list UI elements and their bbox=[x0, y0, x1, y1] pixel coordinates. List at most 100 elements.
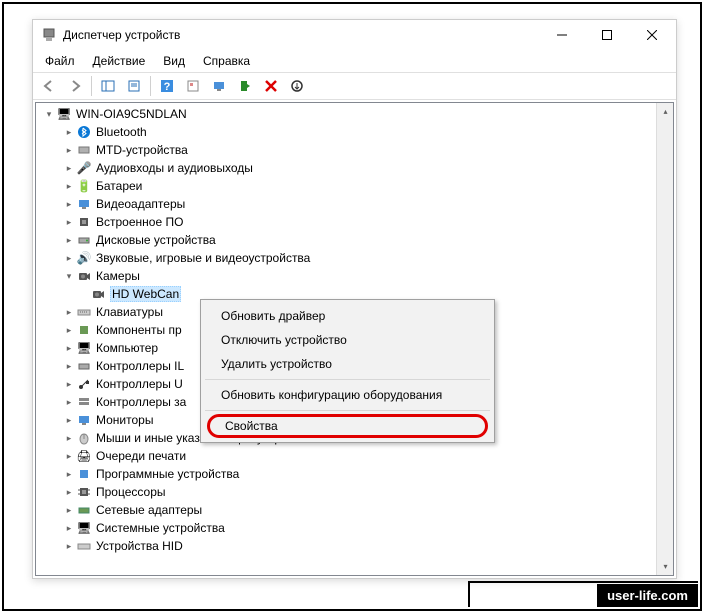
tree-node-hid[interactable]: ▸Устройства HID bbox=[36, 537, 673, 555]
tree-node-firmware[interactable]: ▸Встроенное ПО bbox=[36, 213, 673, 231]
titlebar: Диспетчер устройств bbox=[33, 20, 676, 50]
help-button[interactable]: ? bbox=[155, 74, 179, 98]
tree-node-bluetooth[interactable]: ▸Bluetooth bbox=[36, 123, 673, 141]
expander-icon[interactable]: ▸ bbox=[62, 161, 76, 175]
maximize-button[interactable] bbox=[584, 21, 629, 50]
keyboard-icon bbox=[76, 304, 92, 320]
expander-icon[interactable]: ▾ bbox=[42, 107, 56, 121]
network-icon bbox=[76, 502, 92, 518]
expander-icon[interactable]: ▸ bbox=[62, 377, 76, 391]
expander-icon[interactable]: ▸ bbox=[62, 413, 76, 427]
storage-icon bbox=[76, 394, 92, 410]
expander-icon[interactable]: ▸ bbox=[62, 521, 76, 535]
controller-icon bbox=[76, 358, 92, 374]
ctx-disable[interactable]: Отключить устройство bbox=[203, 328, 492, 352]
tree-node-sound[interactable]: ▸🔊Звуковые, игровые и видеоустройства bbox=[36, 249, 673, 267]
tree-node-system[interactable]: ▸🖥Системные устройства bbox=[36, 519, 673, 537]
expander-icon[interactable]: ▸ bbox=[62, 503, 76, 517]
usb-icon bbox=[76, 376, 92, 392]
update-driver-button[interactable] bbox=[285, 74, 309, 98]
tree-node-audio[interactable]: ▸🎤Аудиовходы и аудиовыходы bbox=[36, 159, 673, 177]
properties-button[interactable] bbox=[122, 74, 146, 98]
tree-node-network[interactable]: ▸Сетевые адаптеры bbox=[36, 501, 673, 519]
cpu-icon bbox=[76, 484, 92, 500]
monitor-icon bbox=[76, 412, 92, 428]
audio-icon: 🎤 bbox=[76, 160, 92, 176]
mtd-icon bbox=[76, 142, 92, 158]
component-icon bbox=[76, 322, 92, 338]
expander-icon[interactable]: ▾ bbox=[62, 269, 76, 283]
hid-icon bbox=[76, 538, 92, 554]
expander-icon[interactable]: ▸ bbox=[62, 197, 76, 211]
expander-icon[interactable]: ▸ bbox=[62, 233, 76, 247]
ctx-separator bbox=[205, 410, 490, 411]
expander-icon[interactable]: ▸ bbox=[62, 467, 76, 481]
scroll-down-button[interactable]: ▾ bbox=[657, 558, 674, 575]
expander-icon[interactable]: ▸ bbox=[62, 251, 76, 265]
action-button-1[interactable] bbox=[181, 74, 205, 98]
sound-icon: 🔊 bbox=[76, 250, 92, 266]
expander-icon[interactable]: ▸ bbox=[62, 485, 76, 499]
disk-icon bbox=[76, 232, 92, 248]
expander-icon[interactable]: ▸ bbox=[62, 359, 76, 373]
tree-node-printqueue[interactable]: ▸🖨Очереди печати bbox=[36, 447, 673, 465]
system-icon: 🖥 bbox=[76, 520, 92, 536]
ctx-properties[interactable]: Свойства bbox=[207, 414, 488, 438]
expander-icon[interactable]: ▸ bbox=[62, 449, 76, 463]
firmware-icon bbox=[76, 214, 92, 230]
expander-icon[interactable]: ▸ bbox=[62, 539, 76, 553]
computer-icon: 🖥 bbox=[76, 340, 92, 356]
battery-icon: 🔋 bbox=[76, 178, 92, 194]
menu-view[interactable]: Вид bbox=[155, 52, 193, 70]
scrollbar[interactable]: ▴ ▾ bbox=[656, 103, 673, 575]
show-hide-tree-button[interactable] bbox=[96, 74, 120, 98]
display-icon bbox=[76, 196, 92, 212]
mouse-icon bbox=[76, 430, 92, 446]
menu-help[interactable]: Справка bbox=[195, 52, 258, 70]
menu-file[interactable]: Файл bbox=[37, 52, 83, 70]
context-menu: Обновить драйвер Отключить устройство Уд… bbox=[200, 299, 495, 443]
tree-root[interactable]: ▾🖥WIN-OIA9C5NDLAN bbox=[36, 105, 673, 123]
expander-icon[interactable]: ▸ bbox=[62, 179, 76, 193]
window-title: Диспетчер устройств bbox=[63, 28, 539, 42]
expander-icon[interactable]: ▸ bbox=[62, 395, 76, 409]
tree-node-software-devices[interactable]: ▸Программные устройства bbox=[36, 465, 673, 483]
tree-node-cameras[interactable]: ▾Камеры bbox=[36, 267, 673, 285]
expander-icon[interactable]: ▸ bbox=[62, 215, 76, 229]
toolbar: ? bbox=[33, 72, 676, 100]
svg-text:?: ? bbox=[164, 81, 171, 93]
enable-button[interactable] bbox=[233, 74, 257, 98]
expander-icon[interactable]: ▸ bbox=[62, 143, 76, 157]
scan-hardware-button[interactable] bbox=[207, 74, 231, 98]
ctx-separator bbox=[205, 379, 490, 380]
bluetooth-icon bbox=[76, 124, 92, 140]
forward-button[interactable] bbox=[63, 74, 87, 98]
tree-node-processors[interactable]: ▸Процессоры bbox=[36, 483, 673, 501]
tree-node-disk[interactable]: ▸Дисковые устройства bbox=[36, 231, 673, 249]
app-icon bbox=[41, 27, 57, 43]
tree-node-battery[interactable]: ▸🔋Батареи bbox=[36, 177, 673, 195]
ctx-update-driver[interactable]: Обновить драйвер bbox=[203, 304, 492, 328]
camera-icon bbox=[76, 268, 92, 284]
computer-icon: 🖥 bbox=[56, 106, 72, 122]
close-button[interactable] bbox=[629, 21, 674, 50]
tree-node-mtd[interactable]: ▸MTD-устройства bbox=[36, 141, 673, 159]
expander-icon[interactable]: ▸ bbox=[62, 341, 76, 355]
expander-icon[interactable]: ▸ bbox=[62, 125, 76, 139]
ctx-uninstall[interactable]: Удалить устройство bbox=[203, 352, 492, 376]
software-icon bbox=[76, 466, 92, 482]
uninstall-button[interactable] bbox=[259, 74, 283, 98]
tree-node-video[interactable]: ▸Видеоадаптеры bbox=[36, 195, 673, 213]
expander-icon[interactable]: ▸ bbox=[62, 431, 76, 445]
minimize-button[interactable] bbox=[539, 21, 584, 50]
printer-icon: 🖨 bbox=[76, 448, 92, 464]
menu-action[interactable]: Действие bbox=[85, 52, 154, 70]
scroll-up-button[interactable]: ▴ bbox=[657, 103, 674, 120]
menubar: Файл Действие Вид Справка bbox=[33, 50, 676, 72]
expander-icon[interactable]: ▸ bbox=[62, 305, 76, 319]
watermark: user-life.com bbox=[597, 584, 698, 607]
ctx-scan[interactable]: Обновить конфигурацию оборудования bbox=[203, 383, 492, 407]
camera-icon bbox=[90, 286, 106, 302]
back-button[interactable] bbox=[37, 74, 61, 98]
expander-icon[interactable]: ▸ bbox=[62, 323, 76, 337]
